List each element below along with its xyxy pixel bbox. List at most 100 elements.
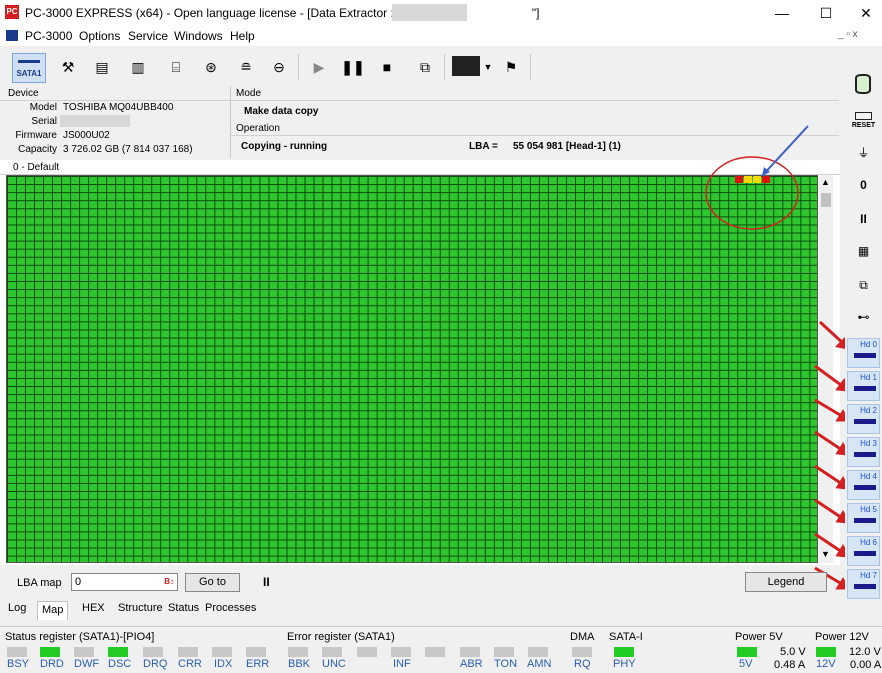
head-2-button[interactable]: Hd 2 xyxy=(847,404,880,434)
zero-fill-icon[interactable]: 0 xyxy=(847,170,880,200)
led-dwf xyxy=(74,647,94,657)
reset-icon xyxy=(855,112,872,120)
reset-label: RESET xyxy=(851,122,876,129)
head-0-button[interactable]: Hd 0 xyxy=(847,338,880,368)
led-unc xyxy=(322,647,342,657)
head-icon xyxy=(854,419,876,424)
tab-log[interactable]: Log xyxy=(4,600,30,617)
tab-processes[interactable]: Processes xyxy=(201,600,260,617)
status-bar: Status register (SATA1)-[PIO4] Error reg… xyxy=(0,626,882,673)
led-label-bbk: BBK xyxy=(288,658,311,670)
led-inf xyxy=(391,647,411,657)
led-label-5v: 5V xyxy=(739,658,753,670)
led-crr xyxy=(178,647,198,657)
head-label: Hd 3 xyxy=(860,439,877,448)
error-register-title: Error register (SATA1) xyxy=(287,631,395,643)
power-switch-icon[interactable]: ⏚ xyxy=(847,138,880,168)
led-amn xyxy=(528,647,548,657)
copy-close-icon[interactable]: ⧉ xyxy=(847,270,880,300)
led-drq xyxy=(143,647,163,657)
power12-current: 0.00 A xyxy=(850,659,882,671)
lba-map-label: LBA map xyxy=(17,577,62,589)
head-icon xyxy=(854,452,876,457)
led-label-drq: DRQ xyxy=(143,658,168,670)
led-rq xyxy=(572,647,592,657)
power5-voltage: 5.0 V xyxy=(780,646,806,658)
head-icon xyxy=(854,584,876,589)
head-label: Hd 6 xyxy=(860,538,877,547)
reset-button[interactable]: RESET xyxy=(847,106,880,136)
lba-input[interactable]: 0 B↕ xyxy=(71,573,178,591)
led-label-inf: INF xyxy=(393,658,411,670)
led-label-dwf: DWF xyxy=(74,658,100,670)
led-label-unc: UNC xyxy=(322,658,346,670)
decimal-toggle-icon[interactable]: B↕ xyxy=(164,577,174,586)
led-phy xyxy=(614,647,634,657)
head-7-button[interactable]: Hd 7 xyxy=(847,569,880,599)
head-icon xyxy=(854,518,876,523)
tab-status[interactable]: Status xyxy=(164,600,203,617)
power12-voltage: 12.0 V xyxy=(849,646,881,658)
pause-icon[interactable]: II xyxy=(847,204,880,234)
tab-hex[interactable]: HEX xyxy=(78,600,109,617)
head-label: Hd 0 xyxy=(860,340,877,349)
led-ton xyxy=(494,647,514,657)
led-bbk xyxy=(288,647,308,657)
led-5v xyxy=(737,647,757,657)
tab-map[interactable]: Map xyxy=(37,601,69,620)
led-12v xyxy=(816,647,836,657)
led-bsy xyxy=(7,647,27,657)
head-3-button[interactable]: Hd 3 xyxy=(847,437,880,467)
led-drd xyxy=(40,647,60,657)
tab-structure[interactable]: Structure xyxy=(114,600,167,617)
head-label: Hd 2 xyxy=(860,406,877,415)
led-abr xyxy=(460,647,480,657)
connector-icon[interactable]: ⊷ xyxy=(847,302,880,332)
led-label-crr: CRR xyxy=(178,658,202,670)
lba-map-controls: LBA map 0 B↕ Go to II Legend xyxy=(0,568,840,598)
grid-arrow-icon[interactable]: ▦ xyxy=(847,236,880,266)
head-icon xyxy=(854,551,876,556)
head-1-button[interactable]: Hd 1 xyxy=(847,371,880,401)
head-5-button[interactable]: Hd 5 xyxy=(847,503,880,533)
dma-title: DMA xyxy=(570,631,595,643)
database-icon[interactable] xyxy=(847,70,880,100)
status-register-title: Status register (SATA1)-[PIO4] xyxy=(5,631,155,643)
led-label-idx: IDX xyxy=(214,658,233,670)
sata-title: SATA-I xyxy=(609,631,643,643)
highlight-circle xyxy=(705,156,799,230)
red-arrows xyxy=(814,320,851,590)
power5-title: Power 5V xyxy=(735,631,783,643)
led-label-abr: ABR xyxy=(460,658,483,670)
head-label: Hd 4 xyxy=(860,472,877,481)
power5-current: 0.48 A xyxy=(774,659,806,671)
led-label-rq: RQ xyxy=(574,658,591,670)
head-icon xyxy=(854,386,876,391)
led-blank xyxy=(425,647,445,657)
head-icon xyxy=(854,353,876,358)
head-label: Hd 7 xyxy=(860,571,877,580)
head-label: Hd 5 xyxy=(860,505,877,514)
led-label-amn: AMN xyxy=(527,658,552,670)
head-6-button[interactable]: Hd 6 xyxy=(847,536,880,566)
led-label-dsc: DSC xyxy=(108,658,132,670)
bottom-tabs: Log Map HEX Structure Status Processes xyxy=(0,600,840,620)
head-4-button[interactable]: Hd 4 xyxy=(847,470,880,500)
led-label-phy: PHY xyxy=(613,658,636,670)
led-idx xyxy=(212,647,232,657)
legend-button[interactable]: Legend xyxy=(745,572,827,592)
led-dsc xyxy=(108,647,128,657)
led-label-12v: 12V xyxy=(816,658,836,670)
led-label-err: ERR xyxy=(246,658,270,670)
right-toolbar: RESET ⏚ 0 II ▦ ⧉ ⊷ Hd 0 Hd 1 Hd 2 Hd 3 H… xyxy=(845,48,882,608)
head-label: Hd 1 xyxy=(860,373,877,382)
led-label-drd: DRD xyxy=(40,658,64,670)
led-blank xyxy=(357,647,377,657)
power12-title: Power 12V xyxy=(815,631,869,643)
lba-input-value: 0 xyxy=(75,576,82,588)
led-err xyxy=(246,647,266,657)
pause-map-button[interactable]: II xyxy=(263,575,270,589)
led-label-bsy: BSY xyxy=(7,658,30,670)
goto-button[interactable]: Go to xyxy=(185,573,240,592)
head-icon xyxy=(854,485,876,490)
